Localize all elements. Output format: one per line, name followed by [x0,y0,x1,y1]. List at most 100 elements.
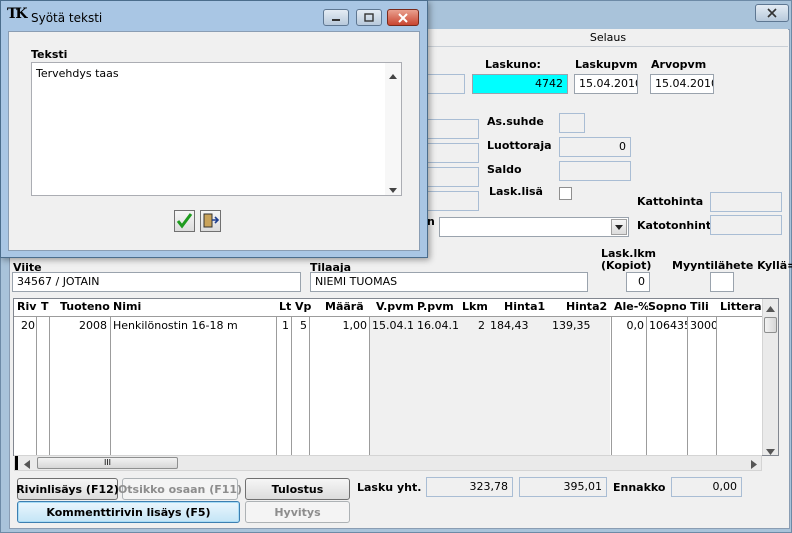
col-header-hinta2[interactable]: Hinta2 [564,299,614,316]
table-cell-maara[interactable]: 1,00 [310,318,369,334]
lask-lkm-field[interactable]: 0 [626,272,650,292]
total-label: Lasku yht. [357,481,422,494]
invoice-rows-grid[interactable]: Rivi T Tuoteno Nimi Lt Vp Määrä V.pvm P.… [13,298,779,456]
arvopvm-label: Arvopvm [651,58,707,71]
myyntilahete-field[interactable] [710,272,734,292]
customer-field-partial[interactable] [427,74,465,94]
katotonhinta-field[interactable] [710,215,782,235]
col-divider [716,317,717,455]
grid-vertical-scrollbar[interactable] [762,299,778,455]
table-cell-sopno[interactable]: 106435 [647,318,687,334]
info-field-1[interactable] [427,119,479,139]
cell-bg-readonly [370,317,610,455]
scroll-down-icon[interactable] [766,445,775,458]
col-header-sopno[interactable]: Sopno [646,299,686,316]
table-cell-nimi[interactable]: Henkilönostin 16-18 m [111,318,275,334]
scroll-up-icon[interactable] [389,69,397,82]
lask-lkm-sublabel: (Kopiot) [601,259,652,272]
viite-field[interactable]: 34567 / JOTAIN [12,272,301,292]
ennakko-label: Ennakko [613,481,666,494]
text-area[interactable]: Tervehdys taas [31,62,402,196]
lask-lisa-label: Lask.lisä [489,185,543,198]
header-bar: Selaus [428,29,788,47]
scroll-left-icon[interactable] [24,459,30,472]
col-header-lt[interactable]: Lt [277,299,291,316]
col-header-tuoteno[interactable]: Tuoteno [58,299,110,316]
info-field-3[interactable] [427,167,479,187]
app-logo: TK [7,6,28,22]
col-header-tili[interactable]: Tili [688,299,718,316]
scroll-right-icon[interactable] [751,459,757,472]
scroll-down-icon[interactable] [389,183,397,196]
kattohinta-label: Kattohinta [637,195,704,208]
vertical-scroll-thumb[interactable] [764,317,777,333]
table-cell-vp[interactable]: 5 [292,318,309,334]
print-button[interactable]: Tulostus [245,478,350,500]
scroll-up-icon[interactable] [766,302,775,315]
lask-lisa-checkbox[interactable] [559,187,572,200]
grid-horizontal-scrollbar[interactable]: III [14,455,762,471]
col-header-t[interactable]: T [39,299,51,316]
col-header-ppvm[interactable]: P.pvm [415,299,459,316]
col-header-ale[interactable]: Ale-% [612,299,648,316]
header-title: Selaus [589,31,627,44]
col-divider [646,317,647,455]
dropdown-arrow-button[interactable] [611,219,627,235]
scroll-edge-marker [15,456,18,470]
col-header-lkm[interactable]: Lkm [460,299,490,316]
laskupvm-label: Laskupvm [575,58,638,71]
table-cell-tuoteno[interactable]: 2008 [51,318,109,334]
table-cell-hinta2[interactable]: 139,35 [550,318,610,334]
col-divider [687,317,688,455]
arvopvm-field[interactable]: 15.04.2010 [650,74,714,94]
maximize-button[interactable] [356,9,382,26]
text-label: Teksti [31,48,68,61]
tilaaja-field[interactable]: NIEMI TUOMAS [310,272,588,292]
col-header-vpvm[interactable]: V.pvm [374,299,418,316]
table-cell-hinta1[interactable]: 184,43 [488,318,548,334]
col-header-littera[interactable]: Littera [718,299,762,316]
saldo-label: Saldo [487,163,522,176]
dialog-client-area: Teksti Tervehdys taas [8,31,420,251]
main-close-button[interactable] [755,4,789,22]
myyntilahete-label: Myyntilähete Kyllä=1 [672,259,792,272]
info-field-4[interactable] [427,191,479,211]
add-comment-row-button[interactable]: Kommenttirivin lisäys (F5) [17,501,240,523]
minimize-button[interactable] [323,9,349,26]
credit-button[interactable]: Hyvitys [245,501,350,523]
col-divider [611,317,612,455]
laskupvm-field[interactable]: 15.04.2010 [574,74,638,94]
selection-dropdown[interactable] [439,217,629,237]
laskuno-field[interactable]: 4742 [472,74,568,94]
add-row-button[interactable]: Rivinlisäys (F12) [16,478,119,500]
text-area-scrollbar[interactable] [385,63,401,195]
header-part-button[interactable]: Otsikko osaan (F11) [118,478,242,500]
horizontal-scroll-thumb[interactable]: III [37,457,178,469]
kattohinta-field[interactable] [710,192,782,212]
minimize-icon [332,18,340,21]
ok-button[interactable] [174,210,195,232]
dialog-title: Syötä teksti [31,11,103,25]
table-cell-ale[interactable]: 0,0 [612,318,646,334]
as-suhde-label: As.suhde [487,115,544,128]
table-cell-ppvm[interactable]: 16.04.10 [415,318,459,334]
col-header-rivi[interactable]: Rivi [15,299,37,316]
col-header-nimi[interactable]: Nimi [111,299,261,316]
table-cell-tili[interactable]: 3000 [688,318,716,334]
table-cell-vpvm[interactable]: 15.04.10 [370,318,414,334]
info-field-2[interactable] [427,143,479,163]
col-header-maara[interactable]: Määrä [323,299,367,316]
as-suhde-field[interactable] [559,113,585,133]
table-cell-rivi[interactable]: 20 [15,318,37,334]
exit-button[interactable] [200,210,221,232]
close-button[interactable] [387,9,419,26]
saldo-field[interactable] [559,161,631,181]
katotonhinta-label: Katotonhinta [637,219,719,232]
checkmark-icon [176,213,193,229]
col-header-vp[interactable]: Vp [293,299,311,316]
luottoraja-field[interactable]: 0 [559,137,631,157]
luottoraja-label: Luottoraja [487,139,552,152]
col-header-hinta1[interactable]: Hinta1 [502,299,552,316]
table-cell-lt[interactable]: 1 [277,318,291,334]
table-cell-lkm[interactable]: 2 [460,318,487,334]
